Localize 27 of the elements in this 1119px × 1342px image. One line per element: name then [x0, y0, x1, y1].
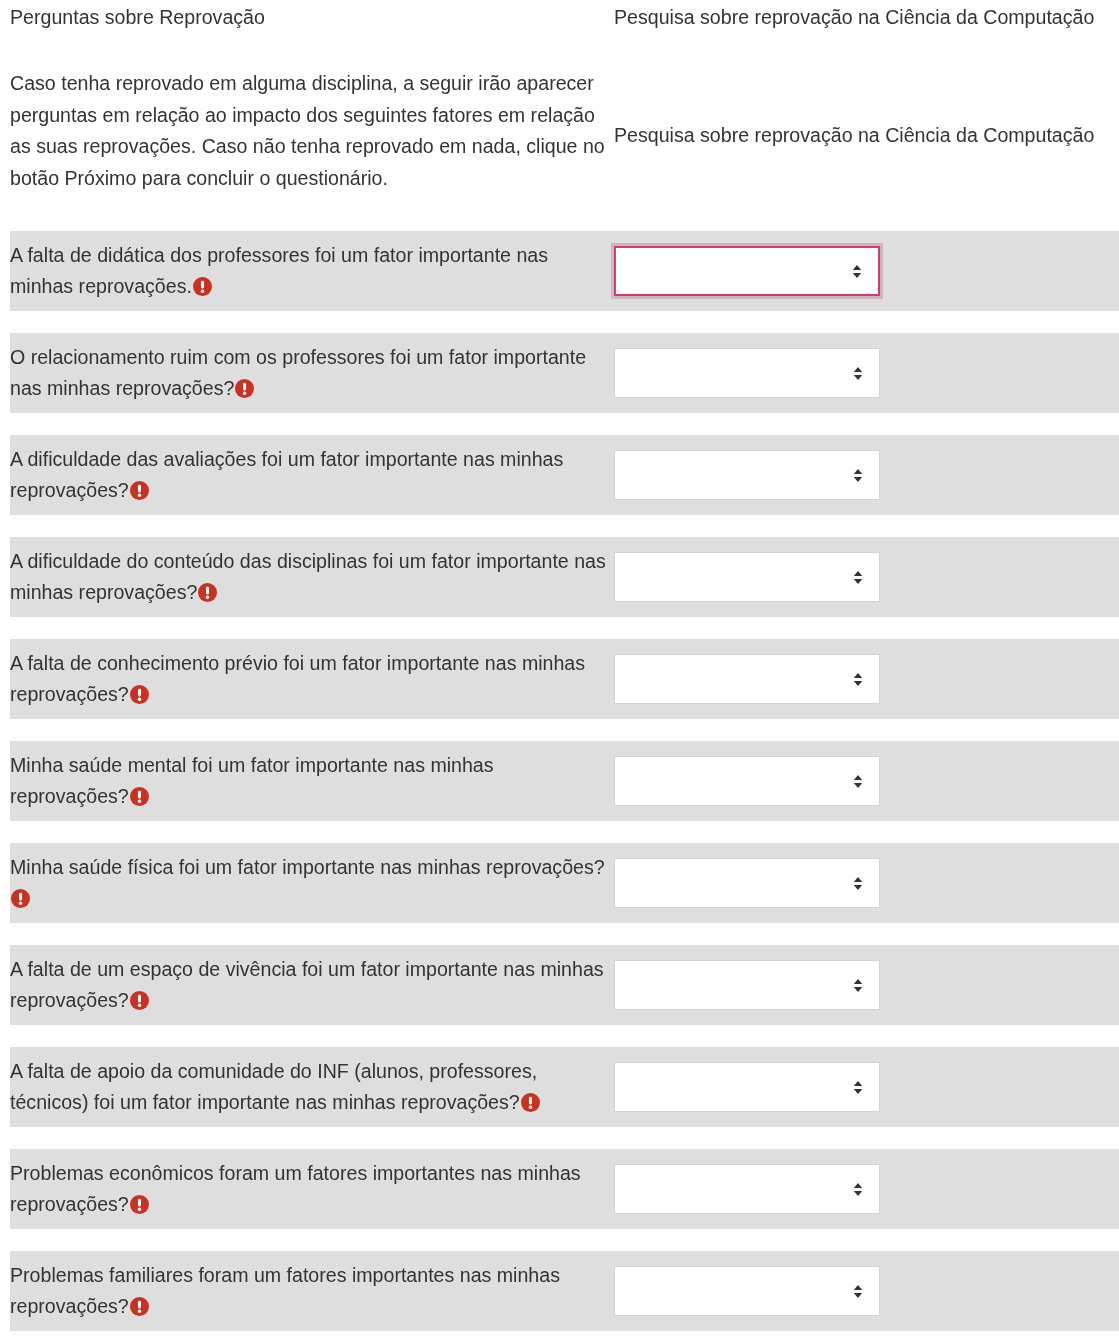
question-text: Problemas familiares foram um fatores importantes nas minhas reprovações?	[10, 1263, 561, 1319]
caret-icon	[853, 875, 863, 891]
question-text: A falta de didática dos professores foi um fator importante nas minhas reprovações.	[10, 243, 550, 299]
caret-icon	[853, 773, 863, 789]
question-text: O relacionamento ruim com os professores foi um fator importante nas minhas reprovações?	[10, 345, 588, 401]
question-text: A falta de apoio da comunidade do INF (alunos, professores, técnicos) foi um fator importante nas minhas reprovações?	[10, 1059, 541, 1115]
intro-text: Caso tenha reprovado em alguma disciplina, a seguir irão aparecer perguntas em relação ao impacto dos seguintes fatores em relação as suas reprovações. Caso não tenha reprovado em nada, clique no botão Próximo para concluir o questionário.	[10, 71, 606, 191]
caret-icon	[853, 569, 863, 585]
caret-icon	[852, 263, 862, 279]
section-title: Perguntas sobre Reprovação	[10, 6, 265, 28]
caret-icon	[853, 977, 863, 993]
survey-title: Pesquisa sobre reprovação na Ciência da Computação	[614, 6, 1095, 28]
caret-icon	[853, 467, 863, 483]
caret-icon	[853, 1079, 863, 1095]
question-text: A dificuldade do conteúdo das disciplinas foi um fator importante nas minhas reprovações?	[10, 549, 607, 605]
caret-icon	[853, 1181, 863, 1197]
survey-title: Pesquisa sobre reprovação na Ciência da Computação	[614, 124, 1095, 147]
answer-select[interactable]	[614, 246, 880, 296]
question-text: Minha saúde mental foi um fator importante nas minhas reprovações?	[10, 753, 495, 809]
question-text: A falta de um espaço de vivência foi um fator importante nas minhas reprovações?	[10, 957, 605, 1013]
question-text: A falta de conhecimento prévio foi um fator importante nas minhas reprovações?	[10, 651, 587, 707]
caret-icon	[853, 365, 863, 381]
question-text: A dificuldade das avaliações foi um fator importante nas minhas reprovações?	[10, 447, 565, 503]
question-text: Minha saúde física foi um fator importante nas minhas reprovações?	[10, 852, 614, 914]
question-text: Problemas econômicos foram um fatores importantes nas minhas reprovações?	[10, 1161, 582, 1217]
caret-icon	[853, 671, 863, 687]
caret-icon	[853, 1283, 863, 1299]
